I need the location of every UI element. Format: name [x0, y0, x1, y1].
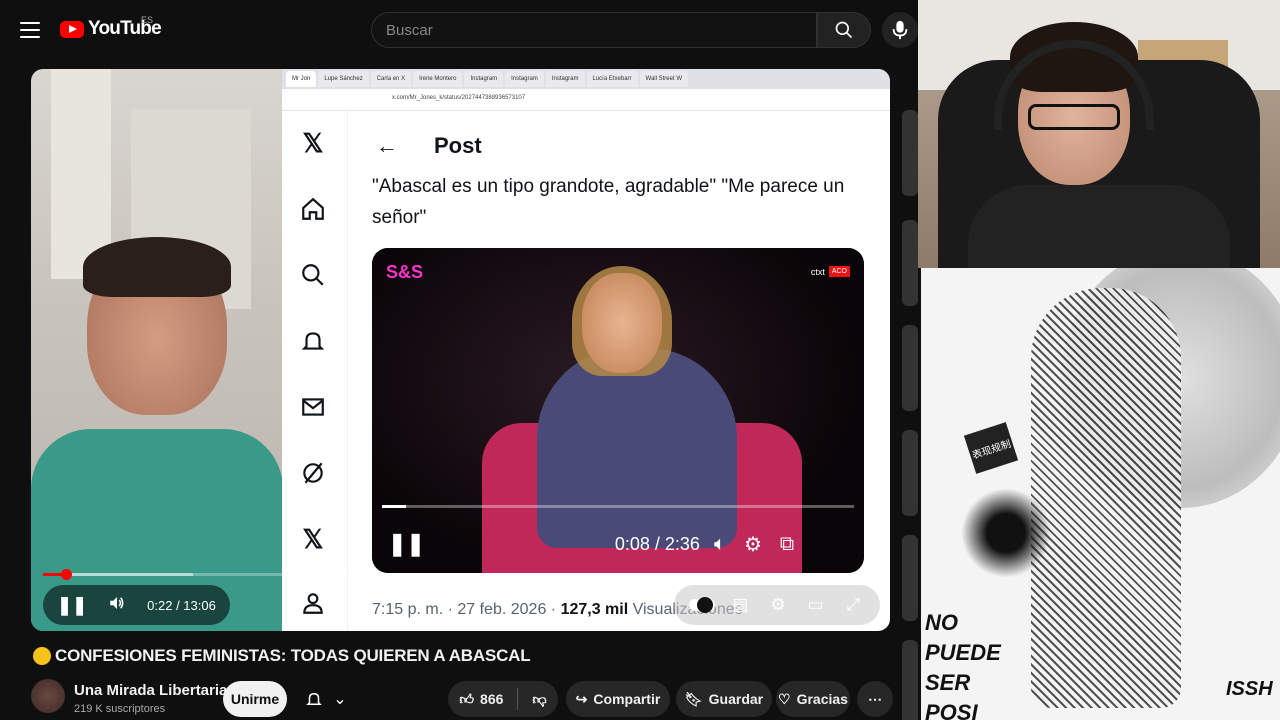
browser-tab: Lupe Sánchez — [318, 71, 369, 87]
manga-sfx-right: ISSH — [1226, 678, 1273, 700]
laughing-emoji-icon — [33, 647, 51, 665]
share-icon: ↪ — [575, 690, 588, 707]
x-logo-icon: 𝕏 — [302, 127, 324, 158]
browser-tab: Wall Street W — [639, 71, 688, 87]
youtube-play-icon — [60, 20, 84, 38]
search-button[interactable] — [817, 12, 871, 48]
browser-address-bar: x.com/Mr_Jones_k/status/2027447388936573… — [282, 89, 890, 111]
streamer-cam-left — [31, 69, 283, 631]
volume-icon: 🔈︎ — [713, 532, 726, 555]
settings-button[interactable]: ⚙ — [766, 595, 790, 615]
network-name: ctxt — [810, 266, 825, 277]
save-label: Guardar — [708, 691, 764, 707]
region-code: ES — [141, 15, 154, 25]
search-icon — [835, 21, 853, 39]
search-input[interactable] — [386, 21, 816, 39]
post-title: Post — [434, 133, 482, 158]
autoplay-toggle[interactable] — [688, 597, 715, 613]
subscriber-count: 219 K suscriptores — [74, 703, 166, 715]
menu-icon[interactable] — [18, 18, 42, 42]
voice-search-button[interactable] — [882, 12, 918, 48]
pause-icon: ❚❚ — [388, 531, 425, 556]
browser-tab: Carla en X — [370, 71, 412, 87]
video-title: CONFESIONES FEMINISTAS: TODAS QUIEREN A … — [33, 646, 531, 666]
chevron-down-icon: ⌄ — [333, 691, 347, 708]
fullscreen-button[interactable]: ⤢ — [841, 595, 865, 615]
embedded-progress-bar — [382, 505, 854, 508]
post-views: 127,3 mil — [560, 601, 629, 618]
search-icon — [299, 261, 327, 289]
theater-mode-button[interactable]: ▭ — [804, 595, 828, 615]
browser-tab: Instagram — [545, 71, 585, 87]
streamer-webcam — [918, 0, 1280, 268]
bell-icon — [306, 692, 323, 705]
share-button[interactable]: ↪ Compartir — [566, 681, 670, 717]
player-controls-left: ❚❚ 0:22 / 13:06 — [43, 585, 230, 625]
save-button[interactable]: 🔖︎ Guardar — [676, 681, 772, 717]
x-post-view: ← Post "Abascal es un tipo grandote, agr… — [348, 111, 890, 631]
bookmark-icon: 🔖︎ — [684, 690, 703, 707]
embedded-controls: ❚❚ 0:08 / 2:36 🔈︎ ⚙ ⧉ — [372, 526, 864, 562]
player-time: 0:22 / 13:06 — [147, 597, 216, 613]
volume-button[interactable] — [107, 594, 127, 617]
masthead: YouTube ES — [0, 0, 918, 60]
browser-tab: Mr Jon — [286, 71, 317, 87]
browser-tab-strip: Mr Jon Lupe Sánchez Carla en X Irene Mon… — [282, 69, 890, 89]
subtitles-button[interactable]: ▤ — [728, 595, 752, 615]
thanks-button[interactable]: ♡ Gracias — [776, 681, 850, 717]
embedded-time: 0:08 / 2:36 — [614, 533, 700, 554]
network-badge: ACO — [828, 266, 850, 277]
browser-tab: Instagram — [505, 71, 544, 87]
manga-sign: 表现规制 — [963, 422, 1019, 474]
browser-tab: Instagram — [464, 71, 504, 87]
volume-icon — [110, 596, 124, 609]
search-box[interactable] — [371, 12, 817, 48]
notifications-button[interactable]: ⌄ — [295, 681, 357, 717]
player-progress-bar[interactable] — [43, 569, 878, 580]
video-title-text: CONFESIONES FEMINISTAS: TODAS QUIEREN A … — [55, 646, 531, 665]
profile-icon — [299, 589, 327, 617]
premium-x-icon: 𝕏 — [302, 523, 324, 554]
browser-tab: Irene Montero — [413, 71, 463, 87]
browser-tab: Lucía Etxebarr — [586, 71, 638, 87]
shared-screen: Mr Jon Lupe Sánchez Carla en X Irene Mon… — [282, 69, 890, 631]
bell-icon — [299, 327, 327, 355]
show-logo: S&S — [386, 262, 424, 282]
post-text: "Abascal es un tipo grandote, agradable"… — [372, 176, 845, 228]
like-dislike-group: 👍︎ 866 👎︎ — [448, 681, 558, 717]
manga-panel: 表现规制 NO PUEDE SER POSI ISSH — [921, 268, 1280, 720]
dislike-button[interactable]: 👎︎ — [532, 691, 546, 708]
network-logo: ctxt ACO — [811, 266, 850, 277]
more-horizontal-icon: ⋯ — [868, 690, 882, 707]
more-actions-button[interactable]: ⋯ — [857, 681, 893, 717]
like-count[interactable]: 866 — [480, 691, 503, 707]
video-player[interactable]: Mr Jon Lupe Sánchez Carla en X Irene Mon… — [31, 69, 890, 631]
mic-icon — [892, 20, 908, 40]
grok-icon — [299, 459, 327, 487]
player-controls-right: ▤ ⚙ ▭ ⤢ — [674, 585, 880, 625]
settings-icon: ⚙ — [743, 533, 762, 556]
x-sidebar: 𝕏 𝕏 — [282, 111, 348, 631]
super-thanks-icon: ♡ — [778, 690, 791, 707]
like-button[interactable]: 👍︎ — [459, 691, 474, 708]
pip-icon: ⧉ — [779, 532, 795, 555]
join-button[interactable]: Unirme — [223, 681, 287, 717]
back-arrow-icon: ← — [376, 133, 398, 158]
thanks-label: Gracias — [796, 691, 848, 707]
browser-url: x.com/Mr_Jones_k/status/2027447388936573… — [392, 95, 526, 101]
post-header: ← Post — [376, 133, 482, 159]
channel-avatar[interactable] — [31, 679, 65, 713]
pause-button[interactable]: ❚❚ — [57, 595, 87, 616]
mail-icon — [299, 393, 327, 421]
embedded-video: S&S ctxt ACO ❚❚ 0:08 / 2:36 🔈︎ ⚙ ⧉ — [372, 248, 864, 573]
channel-name[interactable]: Una Mirada Libertaria — [74, 682, 227, 699]
share-label: Compartir — [593, 691, 661, 707]
home-icon — [299, 195, 327, 223]
post-datetime: 7:15 p. m. · 27 feb. 2026 · — [372, 601, 561, 618]
manga-sfx-left: NO PUEDE SER POSI — [925, 610, 1001, 720]
